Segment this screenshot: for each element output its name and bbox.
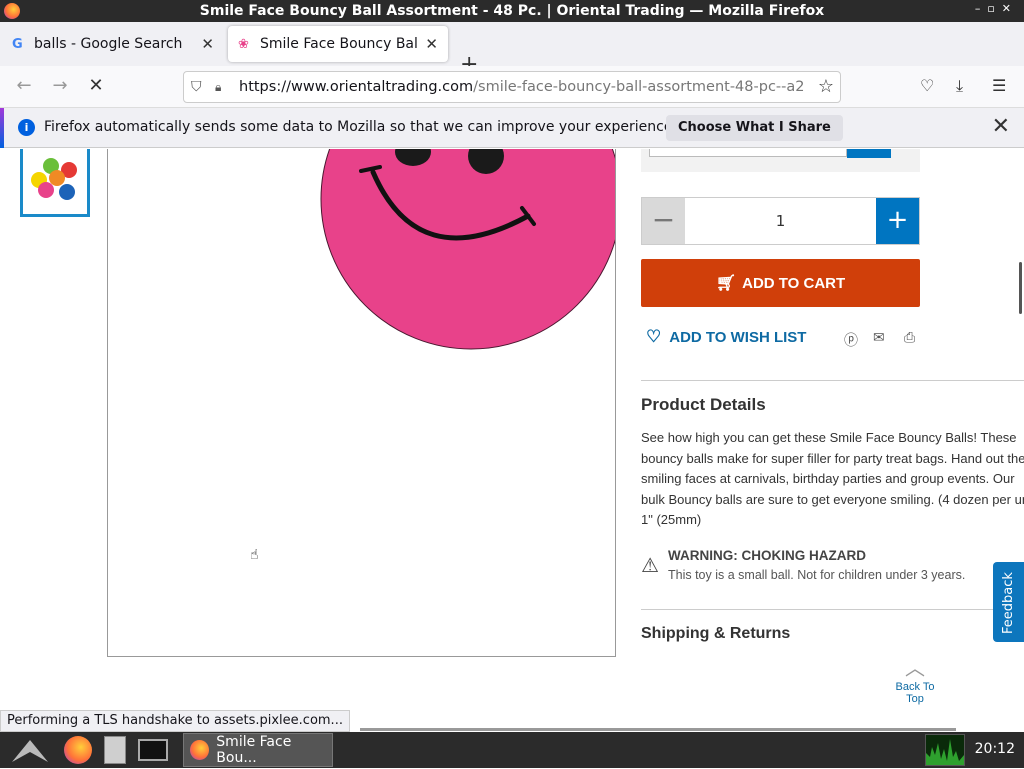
option-button[interactable] [847, 149, 891, 158]
notification-accent [0, 108, 4, 148]
start-menu-icon[interactable] [10, 736, 48, 764]
warning-text: This toy is a small ball. Not for childr… [668, 568, 966, 582]
add-to-wishlist-button[interactable]: ♡ ADD TO WISH LIST [646, 327, 806, 347]
window-title: Smile Face Bouncy Ball Assortment - 48 P… [199, 3, 825, 19]
divider [641, 380, 1024, 381]
pinterest-icon[interactable]: ⓟ [844, 330, 858, 350]
firefox-launcher-icon[interactable] [64, 736, 92, 764]
downloads-icon[interactable]: ⤓ [956, 76, 963, 96]
window-controls[interactable]: –▫✕ [975, 2, 1018, 15]
tab-product-page[interactable]: ❀ Smile Face Bouncy Ball Assortment ✕ [228, 26, 448, 62]
info-icon: i [18, 119, 35, 136]
window-titlebar: Smile Face Bouncy Ball Assortment - 48 P… [0, 0, 1024, 22]
page-content: ☝ − 1 + 🛒︎ ADD TO CART ♡ ADD TO WISH LIS… [0, 149, 1024, 732]
quantity-stepper: − 1 + [641, 197, 920, 245]
balls-thumbnail-image [31, 158, 77, 200]
tab-close-icon[interactable]: ✕ [201, 35, 214, 53]
feedback-tab[interactable]: Feedback [993, 562, 1024, 642]
vertical-scrollbar[interactable] [1019, 262, 1022, 314]
menu-icon[interactable]: ☰ [992, 76, 1006, 95]
google-icon: G [12, 37, 23, 52]
tab-label: Smile Face Bouncy Ball Assortment [260, 36, 420, 52]
add-to-cart-button[interactable]: 🛒︎ ADD TO CART [641, 259, 920, 307]
back-to-top-line1: Back To [895, 681, 935, 693]
lock-icon[interactable]: 🔒︎ [215, 80, 229, 95]
horizontal-scrollbar[interactable] [360, 728, 956, 731]
back-button[interactable]: ← [12, 74, 36, 98]
warning-icon: ⚠ [641, 553, 659, 577]
warning-heading: WARNING: CHOKING HAZARD [668, 548, 866, 563]
print-icon[interactable]: ⎙ [904, 330, 915, 346]
email-icon[interactable]: ✉ [873, 330, 885, 346]
product-details-heading[interactable]: Product Details [641, 395, 766, 415]
product-description: See how high you can get these Smile Fac… [641, 430, 1024, 527]
notification-bar: i Firefox automatically sends some data … [0, 108, 1024, 148]
smiley-ball-image [320, 149, 615, 350]
quantity-decrease-button[interactable]: − [642, 198, 685, 244]
clock: 20:12 [974, 741, 1015, 757]
forward-button[interactable]: → [48, 74, 72, 98]
heart-icon: ♡ [646, 327, 662, 346]
option-input[interactable] [649, 149, 847, 157]
back-to-top-button[interactable]: ︿ Back To Top [891, 658, 939, 705]
add-to-cart-label: ADD TO CART [742, 274, 846, 292]
url-text[interactable]: https://www.orientaltrading.com/smile-fa… [239, 79, 804, 95]
shield-icon[interactable]: ⛉ [191, 79, 207, 95]
product-main-image[interactable] [107, 149, 616, 657]
tab-bar: G balls - Google Search ✕ ❀ Smile Face B… [0, 22, 1024, 77]
cpu-monitor-graph [925, 734, 965, 766]
notification-message: Firefox automatically sends some data to… [44, 119, 677, 135]
navigation-bar: ← → ✕ ⛉ 🔒︎ https://www.orientaltrading.c… [0, 66, 1024, 108]
taskbar: Smile Face Bou... 20:12 [0, 732, 1024, 768]
quantity-input[interactable]: 1 [685, 198, 876, 244]
tab-google-search[interactable]: G balls - Google Search ✕ [2, 26, 224, 62]
taskbar-window-firefox[interactable]: Smile Face Bou... [183, 733, 333, 767]
firefox-icon [4, 3, 20, 19]
divider [641, 609, 994, 610]
taskbar-window-label: Smile Face Bou... [216, 734, 292, 766]
hand-cursor-icon: ☝ [250, 547, 259, 563]
cart-icon: 🛒︎ [715, 275, 737, 292]
stop-button[interactable]: ✕ [84, 74, 108, 98]
product-thumbnail[interactable] [20, 149, 90, 217]
chevron-up-icon: ︿ [905, 658, 925, 680]
status-bar: Performing a TLS handshake to assets.pix… [0, 710, 350, 732]
file-manager-icon[interactable] [104, 736, 132, 764]
oriental-trading-icon: ❀ [238, 37, 249, 52]
back-to-top-line2: Top [906, 693, 924, 705]
terminal-icon[interactable] [138, 736, 168, 764]
shipping-returns-heading[interactable]: Shipping & Returns [641, 625, 790, 643]
close-icon[interactable]: ✕ [992, 114, 1010, 139]
firefox-icon [190, 740, 210, 760]
tab-label: balls - Google Search [34, 36, 183, 52]
choose-what-i-share-button[interactable]: Choose What I Share [666, 115, 843, 141]
tab-close-icon[interactable]: ✕ [425, 35, 438, 53]
add-to-wishlist-label: ADD TO WISH LIST [669, 328, 807, 346]
quantity-increase-button[interactable]: + [876, 198, 919, 244]
bookmark-star-icon[interactable]: ☆ [818, 76, 834, 97]
address-bar[interactable]: ⛉ 🔒︎ https://www.orientaltrading.com/smi… [183, 71, 841, 103]
option-selector [641, 149, 920, 172]
pocket-icon[interactable]: ♡ [920, 76, 934, 95]
feedback-label: Feedback [1001, 572, 1016, 634]
